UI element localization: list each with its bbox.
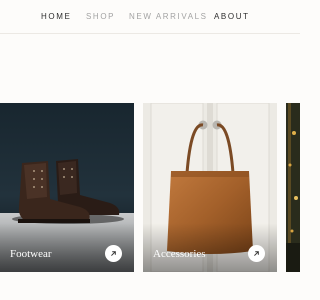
- nav-link-shop[interactable]: SHOP: [86, 12, 115, 21]
- top-navigation: HOME SHOP NEW ARRIVALS ABOUT: [0, 0, 300, 34]
- category-label-footwear: Footwear: [10, 248, 52, 260]
- nav-link-about[interactable]: ABOUT: [214, 12, 250, 21]
- partial-category-image: [286, 103, 300, 272]
- nav-link-home[interactable]: HOME: [41, 12, 71, 21]
- category-label-accessories: Accessories: [153, 248, 206, 260]
- nav-link-new-arrivals[interactable]: NEW ARRIVALS: [129, 12, 208, 21]
- arrow-up-right-icon[interactable]: [248, 245, 265, 262]
- category-card-footwear[interactable]: Footwear: [0, 103, 134, 272]
- arrow-up-right-icon[interactable]: [105, 245, 122, 262]
- category-card-accessories[interactable]: Accessories: [143, 103, 277, 272]
- category-card-partial[interactable]: [286, 103, 300, 272]
